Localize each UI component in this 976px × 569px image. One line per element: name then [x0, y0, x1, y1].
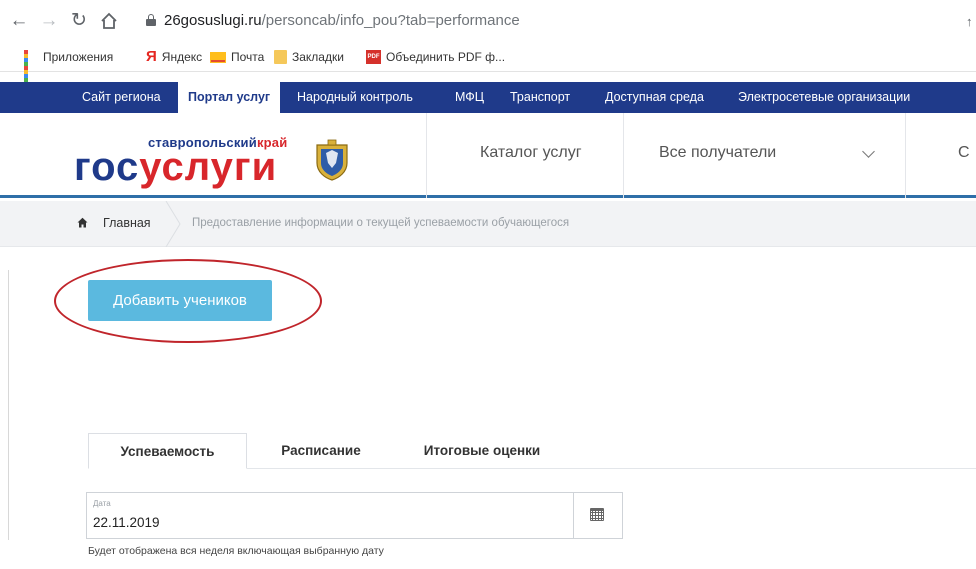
- breadcrumb-current: Предоставление информации о текущей успе…: [192, 217, 570, 229]
- folder-icon: [274, 50, 287, 64]
- left-edge-divider: [0, 270, 9, 540]
- date-field-label: Дата: [93, 499, 111, 508]
- region-nav-item-mfc[interactable]: МФЦ: [455, 82, 484, 113]
- breadcrumb: Главная Предоставление информации о теку…: [0, 201, 976, 247]
- bookmark-yandex[interactable]: Я Яндекс: [146, 48, 202, 65]
- region-nav-item-electro[interactable]: Электросетевые организации: [738, 82, 910, 113]
- tab-schedule[interactable]: Расписание: [276, 433, 366, 469]
- header-divider: [623, 113, 624, 198]
- region-nav-item-accessible[interactable]: Доступная среда: [605, 82, 704, 113]
- tab-performance[interactable]: Успеваемость: [88, 433, 247, 469]
- home-icon[interactable]: [98, 9, 120, 37]
- logo-main-text: госуслуги: [74, 145, 278, 189]
- region-nav-item-control[interactable]: Народный контроль: [297, 82, 413, 113]
- region-nav-item-site[interactable]: Сайт региона: [82, 82, 161, 113]
- date-field-divider: [573, 493, 574, 538]
- region-nav-item-transport[interactable]: Транспорт: [510, 82, 570, 113]
- bookmark-apps[interactable]: Приложения: [24, 50, 113, 86]
- lock-icon: [146, 14, 156, 26]
- calendar-icon[interactable]: [590, 508, 604, 521]
- breadcrumb-home[interactable]: Главная: [103, 216, 151, 230]
- yandex-icon: Я: [146, 48, 157, 65]
- tabs-bar: Успеваемость Расписание Итоговые оценки: [88, 433, 976, 469]
- catalog-link[interactable]: Каталог услуг: [480, 144, 582, 162]
- address-bar-url[interactable]: 26gosuslugi.ru/personcab/info_pou?tab=pe…: [164, 12, 520, 30]
- apps-grid-icon: [24, 50, 38, 86]
- region-nav-bar: Сайт региона Портал услуг Народный контр…: [0, 82, 976, 113]
- tab-final-grades[interactable]: Итоговые оценки: [416, 433, 548, 469]
- star-icon[interactable]: ↑: [966, 14, 973, 29]
- recipients-dropdown[interactable]: Все получатели: [659, 144, 776, 162]
- date-field[interactable]: Дата 22.11.2019: [86, 492, 623, 539]
- add-students-button[interactable]: Добавить учеников: [88, 280, 272, 321]
- chevron-down-icon[interactable]: [862, 145, 875, 158]
- bookmarks-bar: Приложения Я Яндекс Почта Закладки PDF О…: [0, 44, 976, 86]
- header-divider: [905, 113, 906, 198]
- back-arrow-icon[interactable]: ←: [8, 9, 30, 33]
- reload-icon[interactable]: ↻: [68, 9, 90, 33]
- mail-icon: [210, 51, 226, 63]
- browser-address-row: ← → ↻ 26gosuslugi.ru/personcab/info_pou?…: [0, 0, 976, 44]
- site-header: ставропольскийкрай госуслуги Каталог усл…: [0, 113, 976, 198]
- home-icon[interactable]: [77, 217, 88, 228]
- forward-arrow-icon[interactable]: →: [38, 9, 60, 33]
- header-divider: [426, 113, 427, 198]
- region-nav-item-portal[interactable]: Портал услуг: [178, 82, 281, 113]
- pdf-icon: PDF: [366, 50, 381, 64]
- header-link-cut[interactable]: С: [958, 144, 970, 162]
- breadcrumb-separator: [165, 201, 181, 247]
- date-hint-text: Будет отображена вся неделя включающая в…: [88, 545, 384, 557]
- bookmark-pdf[interactable]: PDF Объединить PDF ф...: [366, 50, 505, 64]
- bookmark-mail[interactable]: Почта: [210, 50, 264, 64]
- bookmark-folder[interactable]: Закладки: [274, 50, 344, 64]
- coat-of-arms-icon: [316, 139, 348, 181]
- date-field-value[interactable]: 22.11.2019: [93, 515, 160, 530]
